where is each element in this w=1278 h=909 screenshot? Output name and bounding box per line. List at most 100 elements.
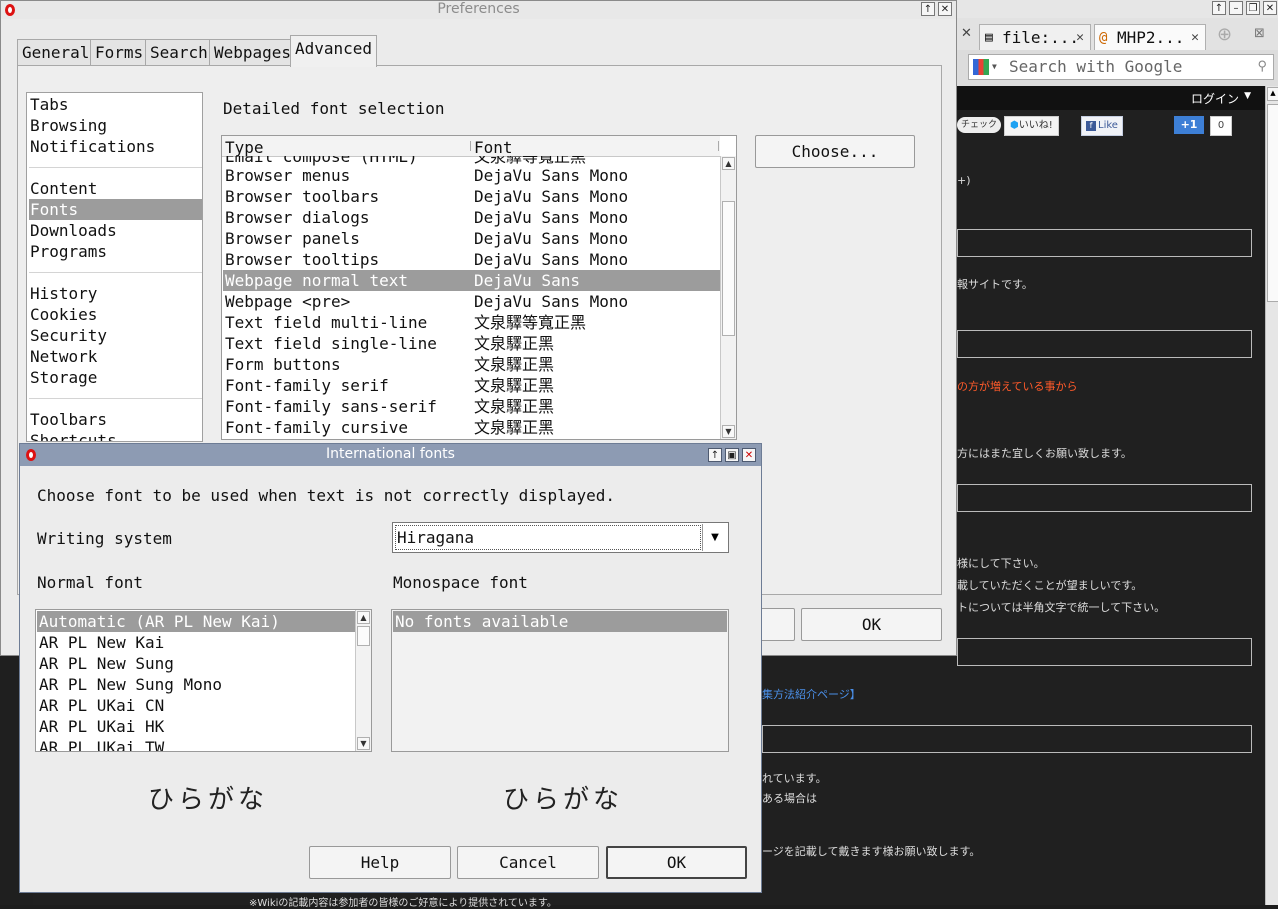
tab-close-icon[interactable]: ✕: [961, 26, 972, 41]
table-row[interactable]: Browser menus DejaVu Sans Mono: [223, 165, 720, 186]
column-header-type[interactable]: Type: [225, 138, 264, 157]
font-list-item-selected[interactable]: No fonts available: [393, 611, 727, 632]
category-notifications[interactable]: Notifications: [29, 136, 202, 157]
font-list-scrollbar[interactable]: ▲ ▼: [355, 610, 371, 751]
browser-restore-button[interactable]: ↑: [1212, 1, 1226, 15]
search-input[interactable]: ▼ Search with Google ⚲: [968, 54, 1274, 80]
iine-button[interactable]: ⬢いいね!: [1004, 116, 1059, 136]
closed-tabs-icon[interactable]: ⊠: [1254, 26, 1265, 41]
table-row[interactable]: Webpage <pre> DejaVu Sans Mono: [223, 291, 720, 312]
font-list-item[interactable]: AR PL New Sung Mono: [37, 674, 355, 695]
close-button[interactable]: ✕: [938, 2, 952, 16]
tab-search[interactable]: Search: [145, 39, 213, 65]
choose-button[interactable]: Choose...: [755, 135, 915, 168]
category-network[interactable]: Network: [29, 346, 202, 367]
table-row[interactable]: Font-family cursive 文泉驛正黑: [223, 417, 720, 438]
scroll-up-arrow[interactable]: ▲: [1267, 87, 1278, 101]
table-row[interactable]: Text field single-line 文泉驛正黑: [223, 333, 720, 354]
category-toolbars[interactable]: Toolbars: [29, 409, 202, 430]
font-table[interactable]: Type Font Email compose (HTML) 文泉驛等寬正黑 Br…: [221, 135, 737, 440]
table-row-selected[interactable]: Webpage normal text DejaVu Sans: [223, 270, 720, 291]
table-row[interactable]: Browser panels DejaVu Sans Mono: [223, 228, 720, 249]
table-row[interactable]: Browser toolbars DejaVu Sans Mono: [223, 186, 720, 207]
font-list-item[interactable]: AR PL UKai HK: [37, 716, 355, 737]
ok-button[interactable]: OK: [606, 846, 747, 879]
table-row[interactable]: Browser dialogs DejaVu Sans Mono: [223, 207, 720, 228]
restore-button[interactable]: ↑: [708, 448, 722, 462]
normal-font-list[interactable]: Automatic (AR PL New Kai) AR PL New Kai …: [35, 609, 372, 752]
table-row[interactable]: Font-family serif 文泉驛正黑: [223, 375, 720, 396]
category-programs[interactable]: Programs: [29, 241, 202, 262]
row-type: Browser tooltips: [225, 250, 380, 269]
font-list-item[interactable]: AR PL New Kai: [37, 632, 355, 653]
category-content[interactable]: Content: [29, 178, 202, 199]
login-link[interactable]: ログイン: [1191, 90, 1239, 107]
font-list-item-selected[interactable]: Automatic (AR PL New Kai): [37, 611, 355, 632]
page-text: 方にはまた宜しくお願い致します。: [957, 447, 1132, 460]
new-tab-icon[interactable]: ⊕: [1217, 24, 1232, 45]
help-button[interactable]: Help: [309, 846, 451, 879]
facebook-like-button[interactable]: f Like: [1081, 116, 1123, 136]
chevron-down-icon[interactable]: ▼: [702, 524, 727, 551]
row-type: Webpage normal text: [225, 271, 409, 290]
tab-general[interactable]: General: [17, 39, 95, 65]
table-row[interactable]: Font-family sans-serif 文泉驛正黑: [223, 396, 720, 417]
google-plus-button[interactable]: +1: [1174, 116, 1204, 134]
row-font: DejaVu Sans Mono: [474, 229, 629, 248]
monospace-font-list[interactable]: No fonts available: [391, 609, 729, 752]
font-list-item[interactable]: AR PL UKai TW: [37, 737, 355, 751]
tab-forms[interactable]: Forms: [90, 39, 149, 65]
table-row[interactable]: Text field multi-line 文泉驛等寬正黑: [223, 312, 720, 333]
category-tabs[interactable]: Tabs: [29, 94, 202, 115]
page-scrollbar[interactable]: ▲: [1265, 86, 1278, 905]
category-cookies[interactable]: Cookies: [29, 304, 202, 325]
category-fonts[interactable]: Fonts: [29, 199, 202, 220]
tab-close-icon[interactable]: ✕: [1076, 25, 1084, 50]
row-font: DejaVu Sans Mono: [474, 292, 629, 311]
scroll-down-arrow[interactable]: ▼: [722, 425, 735, 438]
cancel-button[interactable]: Cancel: [457, 846, 599, 879]
table-row[interactable]: Browser tooltips DejaVu Sans Mono: [223, 249, 720, 270]
category-shortcuts[interactable]: Shortcuts: [29, 430, 202, 441]
writing-system-select[interactable]: Hiragana ▼: [392, 522, 729, 553]
browser-titlebar: ↑ – ❐ ✕: [957, 0, 1278, 18]
scroll-up-arrow[interactable]: ▲: [722, 157, 735, 170]
category-browsing[interactable]: Browsing: [29, 115, 202, 136]
scroll-thumb[interactable]: [722, 201, 735, 336]
browser-tab-mhp2[interactable]: @ MHP2... ✕: [1094, 24, 1206, 50]
table-scrollbar[interactable]: ▲ ▼: [720, 156, 736, 439]
font-list-item[interactable]: AR PL UKai CN: [37, 695, 355, 716]
font-list-item[interactable]: AR PL New Sung: [37, 653, 355, 674]
restore-button[interactable]: ↑: [921, 2, 935, 16]
category-history[interactable]: History: [29, 283, 202, 304]
category-list[interactable]: Tabs Browsing Notifications Content Font…: [26, 92, 203, 442]
category-storage[interactable]: Storage: [29, 367, 202, 388]
close-button[interactable]: ✕: [742, 448, 756, 462]
browser-tab-file[interactable]: ▤ file:... ✕: [979, 24, 1091, 50]
tab-webpages[interactable]: Webpages: [209, 39, 297, 65]
normal-font-label: Normal font: [37, 573, 143, 592]
check-button[interactable]: チェック: [957, 117, 1002, 133]
row-type: Font-family sans-serif: [225, 397, 437, 416]
prefs-ok-button[interactable]: OK: [801, 608, 942, 641]
browser-minimize-button[interactable]: –: [1229, 1, 1243, 15]
browser-maximize-button[interactable]: ❐: [1246, 1, 1260, 15]
scroll-down-arrow[interactable]: ▼: [357, 737, 370, 750]
browser-tab-bar: ✕ ▤ file:... ✕ @ MHP2... ✕ ⊕ ⊠: [957, 18, 1278, 51]
scroll-thumb[interactable]: [357, 626, 370, 646]
category-security[interactable]: Security: [29, 325, 202, 346]
scroll-thumb[interactable]: [1267, 104, 1278, 302]
table-row[interactable]: Form buttons 文泉驛正黑: [223, 354, 720, 375]
scroll-up-arrow[interactable]: ▲: [357, 611, 370, 624]
tab-close-icon[interactable]: ✕: [1191, 25, 1199, 50]
row-type: Browser menus: [225, 166, 351, 185]
row-font: DejaVu Sans Mono: [474, 208, 629, 227]
column-header-font[interactable]: Font: [474, 138, 513, 157]
maximize-button[interactable]: ▣: [725, 448, 739, 462]
page-link[interactable]: 集方法紹介ページ】: [762, 686, 861, 702]
tab-advanced[interactable]: Advanced: [290, 35, 378, 67]
page-text: ある場合は: [762, 792, 817, 805]
browser-close-button[interactable]: ✕: [1263, 1, 1277, 15]
category-downloads[interactable]: Downloads: [29, 220, 202, 241]
search-icon[interactable]: ⚲: [1257, 55, 1267, 79]
